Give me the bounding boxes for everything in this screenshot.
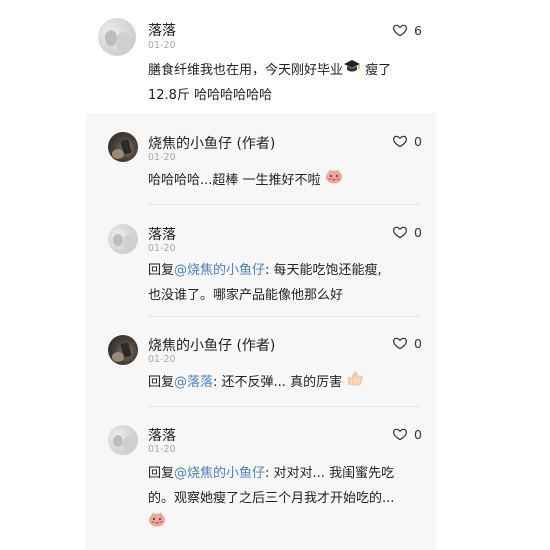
reply-username[interactable]: 落落 (148, 224, 176, 244)
heart-outline-icon (392, 135, 408, 148)
comment-text: 膳食纤维我也在用，今天刚好毕业 瘦了 12.8斤 哈哈哈哈哈哈 (148, 58, 428, 108)
graduation-cap-icon (343, 58, 361, 83)
like-count: 0 (414, 426, 422, 442)
blushing-emoji-icon (325, 168, 343, 193)
like-count: 0 (414, 133, 422, 149)
heart-outline-icon (392, 226, 408, 239)
reply-date: 01-20 (148, 152, 176, 163)
blushing-emoji-icon (148, 511, 166, 536)
divider (148, 316, 420, 317)
reply-date: 01-20 (148, 444, 176, 455)
like-button[interactable]: 0 (392, 224, 422, 240)
mention-link[interactable]: @烧焦的小鱼仔 (174, 263, 265, 278)
comment-username[interactable]: 落落 (148, 20, 176, 40)
like-button[interactable]: 0 (392, 335, 422, 351)
comment-date: 01-20 (148, 40, 176, 51)
reply-username[interactable]: 烧焦的小鱼仔 (作者) (148, 335, 275, 355)
reply-date: 01-20 (148, 354, 176, 365)
like-count: 0 (414, 335, 422, 351)
divider (148, 204, 420, 205)
reply-text: 回复@烧焦的小鱼仔: 每天能吃饱还能瘦, 也没谁了。哪家产品能像他那么好 (148, 263, 382, 303)
heart-outline-icon (392, 428, 408, 441)
avatar[interactable] (98, 18, 136, 56)
like-button[interactable]: 6 (392, 22, 422, 38)
divider (148, 406, 420, 407)
avatar[interactable] (108, 132, 138, 162)
reply-username[interactable]: 烧焦的小鱼仔 (作者) (148, 133, 275, 153)
heart-outline-icon (392, 337, 408, 350)
mention-link[interactable]: @烧焦的小鱼仔 (174, 466, 265, 481)
reply-text: 哈哈哈哈...超棒 一生推好不啦 (148, 168, 428, 193)
heart-outline-icon (392, 24, 408, 37)
like-count: 6 (414, 22, 422, 38)
like-count: 0 (414, 224, 422, 240)
avatar[interactable] (108, 335, 138, 365)
thumbs-up-icon (346, 370, 364, 395)
reply-text: 回复@烧焦的小鱼仔: 对对对... 我闺蜜先吃 的。观察她瘦了之后三个月我才开始… (148, 461, 433, 536)
avatar[interactable] (108, 224, 138, 254)
mention-link[interactable]: @落落 (174, 375, 213, 390)
reply-text: 回复@落落: 还不反弹... 真的厉害 (148, 370, 433, 395)
like-button[interactable]: 0 (392, 133, 422, 149)
reply-date: 01-20 (148, 243, 176, 254)
like-button[interactable]: 0 (392, 426, 422, 442)
avatar[interactable] (108, 425, 138, 455)
reply-username[interactable]: 落落 (148, 425, 176, 445)
